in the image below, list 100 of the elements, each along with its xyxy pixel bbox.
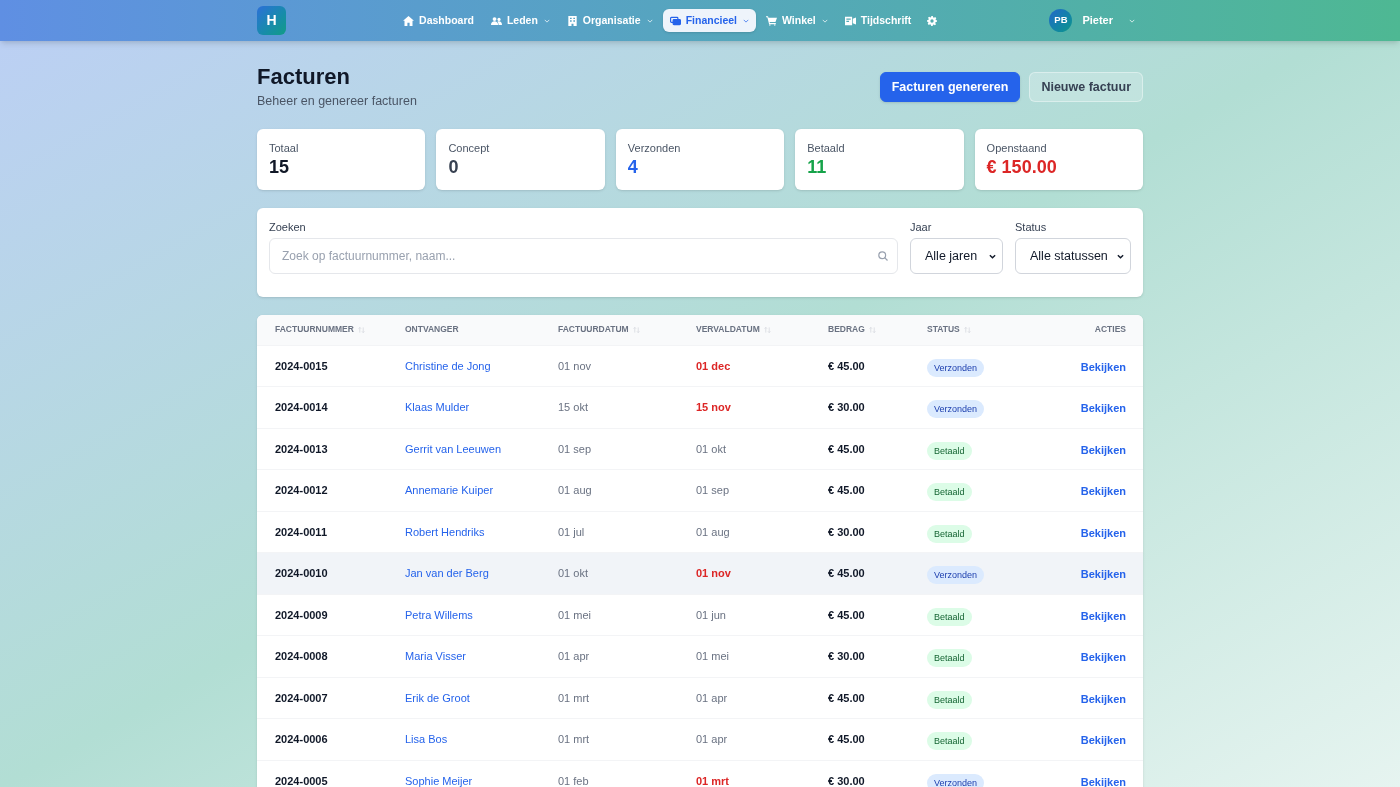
table-row[interactable]: 2024-0007 Erik de Groot 01 mrt 01 apr € 45.00 Betaald Bekijken [257,677,1143,719]
status-badge: Betaald [927,524,972,543]
recipient-link[interactable]: Gerrit van Leeuwen [405,442,501,455]
view-link[interactable]: Bekijken [1080,485,1126,498]
invoice-number: 2024-0010 [275,567,328,579]
view-link[interactable]: Bekijken [1080,526,1126,539]
recipient-link[interactable]: Klaas Mulder [405,401,470,413]
recipient-link[interactable]: Sophie Meijer [405,774,473,787]
table-row[interactable]: 2024-0013 Gerrit van Leeuwen 01 sep 01 okt € 45.00 Betaald Bekijken [257,428,1143,470]
status-badge: Verzonden [927,566,985,585]
home-icon [403,15,415,26]
recipient-link[interactable]: Robert Hendriks [405,525,485,538]
recipient-link[interactable]: Erik de Groot [405,691,470,704]
invoice-date: 01 nov [558,359,592,372]
recipient-link[interactable]: Lisa Bos [405,733,448,745]
due-date: 01 nov [696,567,731,579]
table-row[interactable]: 2024-0011 Robert Hendriks 01 jul 01 aug € 30.00 Betaald Bekijken [257,511,1143,553]
app-logo[interactable]: H [257,6,286,35]
view-link[interactable]: Bekijken [1080,360,1126,373]
status-badge: Verzonden [927,400,985,419]
table-row[interactable]: 2024-0015 Christine de Jong 01 nov 01 dec € 45.00 Verzonden Bekijken [257,345,1143,387]
invoice-date: 01 jul [558,525,585,538]
due-date: 01 okt [696,442,726,455]
new-invoice-button[interactable]: Nieuwe factuur [1029,72,1143,102]
generate-button[interactable]: Facturen genereren [879,72,1021,102]
stat-label: Verzonden [627,141,682,155]
nav-item[interactable]: Tijdschrift [837,9,919,32]
building-icon [566,15,578,26]
user-menu[interactable]: PB Pieter [1049,9,1143,32]
chevron-down-icon [543,18,550,23]
video-icon [844,15,856,26]
nav-item[interactable]: Leden [483,9,557,32]
amount: € 30.00 [828,525,865,538]
search-field[interactable]: Zoek op factuurnummer, naam... [269,238,898,274]
recipient-link[interactable]: Petra Willems [405,608,473,621]
page-subtitle: Beheer en genereer facturen [257,93,417,110]
invoice-number: 2024-0009 [275,608,328,621]
year-select[interactable]: Alle jaren [910,238,1003,274]
invoice-number: 2024-0005 [275,774,328,787]
view-link[interactable]: Bekijken [1080,402,1126,415]
amount: € 45.00 [828,442,865,455]
invoice-date: 01 sep [558,442,592,455]
nav-item[interactable]: Financieel [662,9,756,32]
recipient-link[interactable]: Christine de Jong [405,359,491,372]
view-link[interactable]: Bekijken [1080,734,1126,747]
status-badge: Verzonden [927,774,985,787]
table-row[interactable]: 2024-0012 Annemarie Kuiper 01 aug 01 sep € 45.00 Betaald Bekijken [257,469,1143,511]
amount: € 45.00 [828,733,865,745]
amount: € 45.00 [828,359,865,372]
nav-item[interactable]: Dashboard [396,9,481,32]
nav-item[interactable]: Organisatie [559,9,660,32]
invoice-number: 2024-0012 [275,484,328,496]
amount: € 45.00 [828,484,865,496]
view-link[interactable]: Bekijken [1080,609,1126,622]
table-row[interactable]: 2024-0014 Klaas Mulder 15 okt 15 nov € 30.00 Verzonden Bekijken [257,386,1143,428]
table-row[interactable]: 2024-0008 Maria Visser 01 apr 01 mei € 30.00 Betaald Bekijken [257,635,1143,677]
recipient-link[interactable]: Maria Visser [405,650,466,662]
chevron-down-icon [646,18,653,23]
chevron-down-icon [821,18,828,23]
chevron-down-icon [989,253,996,259]
view-link[interactable]: Bekijken [1080,692,1126,705]
view-link[interactable]: Bekijken [1080,568,1126,581]
recipient-link[interactable]: Jan van der Berg [405,567,489,579]
column-header[interactable]: STATUS [927,323,971,337]
status-badge: Betaald [927,483,972,502]
invoice-date: 01 feb [558,774,589,787]
status-select[interactable]: Alle statussen [1015,238,1131,274]
status-badge: Betaald [927,649,972,668]
due-date: 01 dec [696,359,731,372]
status-badge: Betaald [927,690,972,709]
due-date: 01 jun [696,608,726,621]
status-badge: Betaald [927,441,972,460]
due-date: 01 apr [696,691,728,704]
stat-value: 15 [269,156,291,179]
amount: € 30.00 [828,650,865,662]
column-header: ONTVANGER [405,323,459,337]
cart-icon [766,15,777,26]
nav-item[interactable]: Winkel [759,9,835,32]
table-row[interactable]: 2024-0009 Petra Willems 01 mei 01 jun € 45.00 Betaald Bekijken [257,594,1143,636]
column-header[interactable]: BEDRAG [828,323,876,337]
due-date: 01 mrt [696,774,730,787]
invoice-number: 2024-0006 [275,733,328,745]
stat-value: 4 [627,156,639,179]
sort-icon [632,326,640,333]
view-link[interactable]: Bekijken [1080,443,1126,456]
amount: € 45.00 [828,608,865,621]
field-label: Zoeken [269,220,307,234]
column-header[interactable]: VERVALDATUM [696,323,771,337]
table-row[interactable]: 2024-0006 Lisa Bos 01 mrt 01 apr € 45.00 Betaald Bekijken [257,718,1143,760]
user-name: Pieter [1082,13,1113,29]
status-badge: Betaald [927,732,972,751]
column-header[interactable]: FACTUURNUMMER [275,323,365,337]
table-row[interactable]: 2024-0010 Jan van der Berg 01 okt 01 nov € 45.00 Verzonden Bekijken [257,552,1143,594]
column-header[interactable]: FACTUURDATUM [558,323,640,337]
people-icon [490,15,502,26]
amount: € 30.00 [828,401,865,413]
invoice-number: 2024-0011 [275,525,327,538]
chevron-down-icon [1129,18,1135,23]
view-link[interactable]: Bekijken [1080,651,1126,664]
recipient-link[interactable]: Annemarie Kuiper [405,484,494,496]
